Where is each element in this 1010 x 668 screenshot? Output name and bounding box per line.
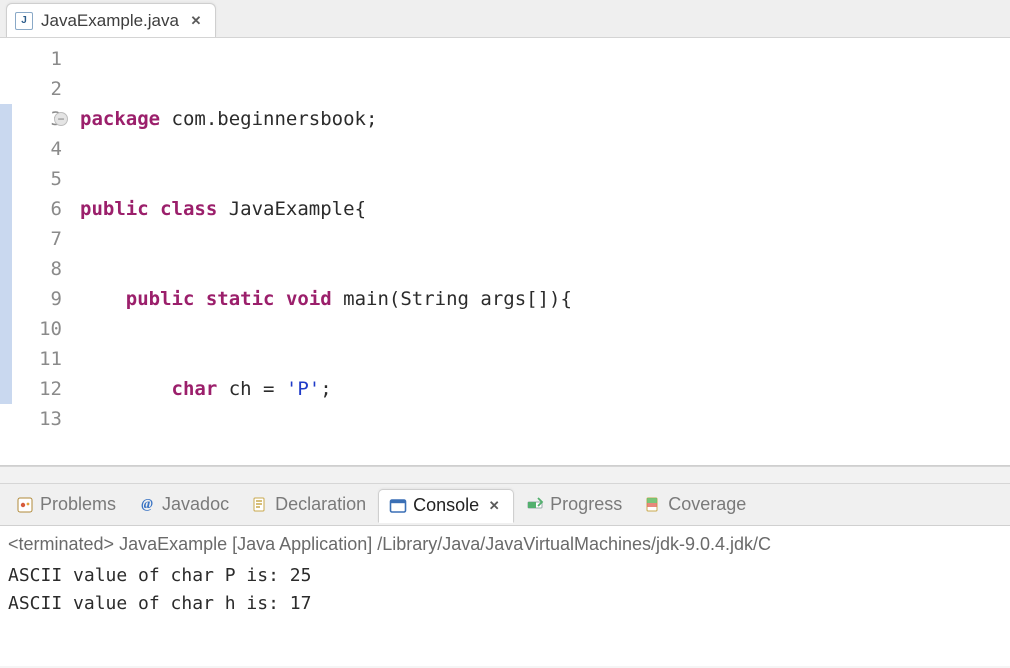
coverage-icon [644,496,662,514]
tab-javadoc[interactable]: @ Javadoc [128,488,239,522]
view-label: Declaration [275,494,366,515]
editor-tabstrip: J JavaExample.java ✕ [0,0,1010,38]
line-number: 5 [0,164,68,194]
tab-progress[interactable]: Progress [516,488,632,522]
line-gutter: 12345678910111213 [0,38,68,465]
console-icon [389,497,407,515]
line-number: 4 [0,134,68,164]
console-view: <terminated> JavaExample [Java Applicati… [0,526,1010,666]
line-number: 1 [0,44,68,74]
problems-icon [16,496,34,514]
code-line: package com.beginnersbook; [80,104,1010,134]
view-label: Console [413,495,479,516]
line-number: 8 [0,254,68,284]
line-number: 10 [0,314,68,344]
declaration-icon [251,496,269,514]
tab-coverage[interactable]: Coverage [634,488,756,522]
sash-divider[interactable] [0,466,1010,484]
code-editor[interactable]: 12345678910111213 package com.beginnersb… [0,38,1010,466]
view-label: Javadoc [162,494,229,515]
code-area[interactable]: package com.beginnersbook; public class … [68,38,1010,465]
editor-tab-javaexample[interactable]: J JavaExample.java ✕ [6,3,216,37]
editor-tab-label: JavaExample.java [41,11,179,31]
line-number: 3 [0,104,68,134]
fold-toggle-icon[interactable] [54,112,68,126]
console-status-line: <terminated> JavaExample [Java Applicati… [0,530,1010,562]
code-line: public static void main(String args[]){ [80,284,1010,314]
progress-icon [526,496,544,514]
line-number: 11 [0,344,68,374]
view-label: Progress [550,494,622,515]
tab-declaration[interactable]: Declaration [241,488,376,522]
line-number: 12 [0,374,68,404]
line-number: 13 [0,404,68,434]
close-icon[interactable]: ✕ [187,12,205,30]
views-tabstrip: Problems @ Javadoc Declaration Console ✕… [0,484,1010,526]
code-line: public class JavaExample{ [80,194,1010,224]
view-label: Problems [40,494,116,515]
code-line: char ch = 'P'; [80,374,1010,404]
tab-console[interactable]: Console ✕ [378,489,514,523]
code-line: char ch2 = 'h'; [80,464,1010,465]
java-file-icon: J [15,12,33,30]
line-number: 9 [0,284,68,314]
console-output-line: ASCII value of char h is: 17 [0,590,1010,618]
close-icon[interactable]: ✕ [485,497,503,515]
view-label: Coverage [668,494,746,515]
console-output-line: ASCII value of char P is: 25 [0,562,1010,590]
line-number: 6 [0,194,68,224]
line-number: 7 [0,224,68,254]
line-number: 2 [0,74,68,104]
tab-problems[interactable]: Problems [6,488,126,522]
javadoc-icon: @ [138,496,156,514]
